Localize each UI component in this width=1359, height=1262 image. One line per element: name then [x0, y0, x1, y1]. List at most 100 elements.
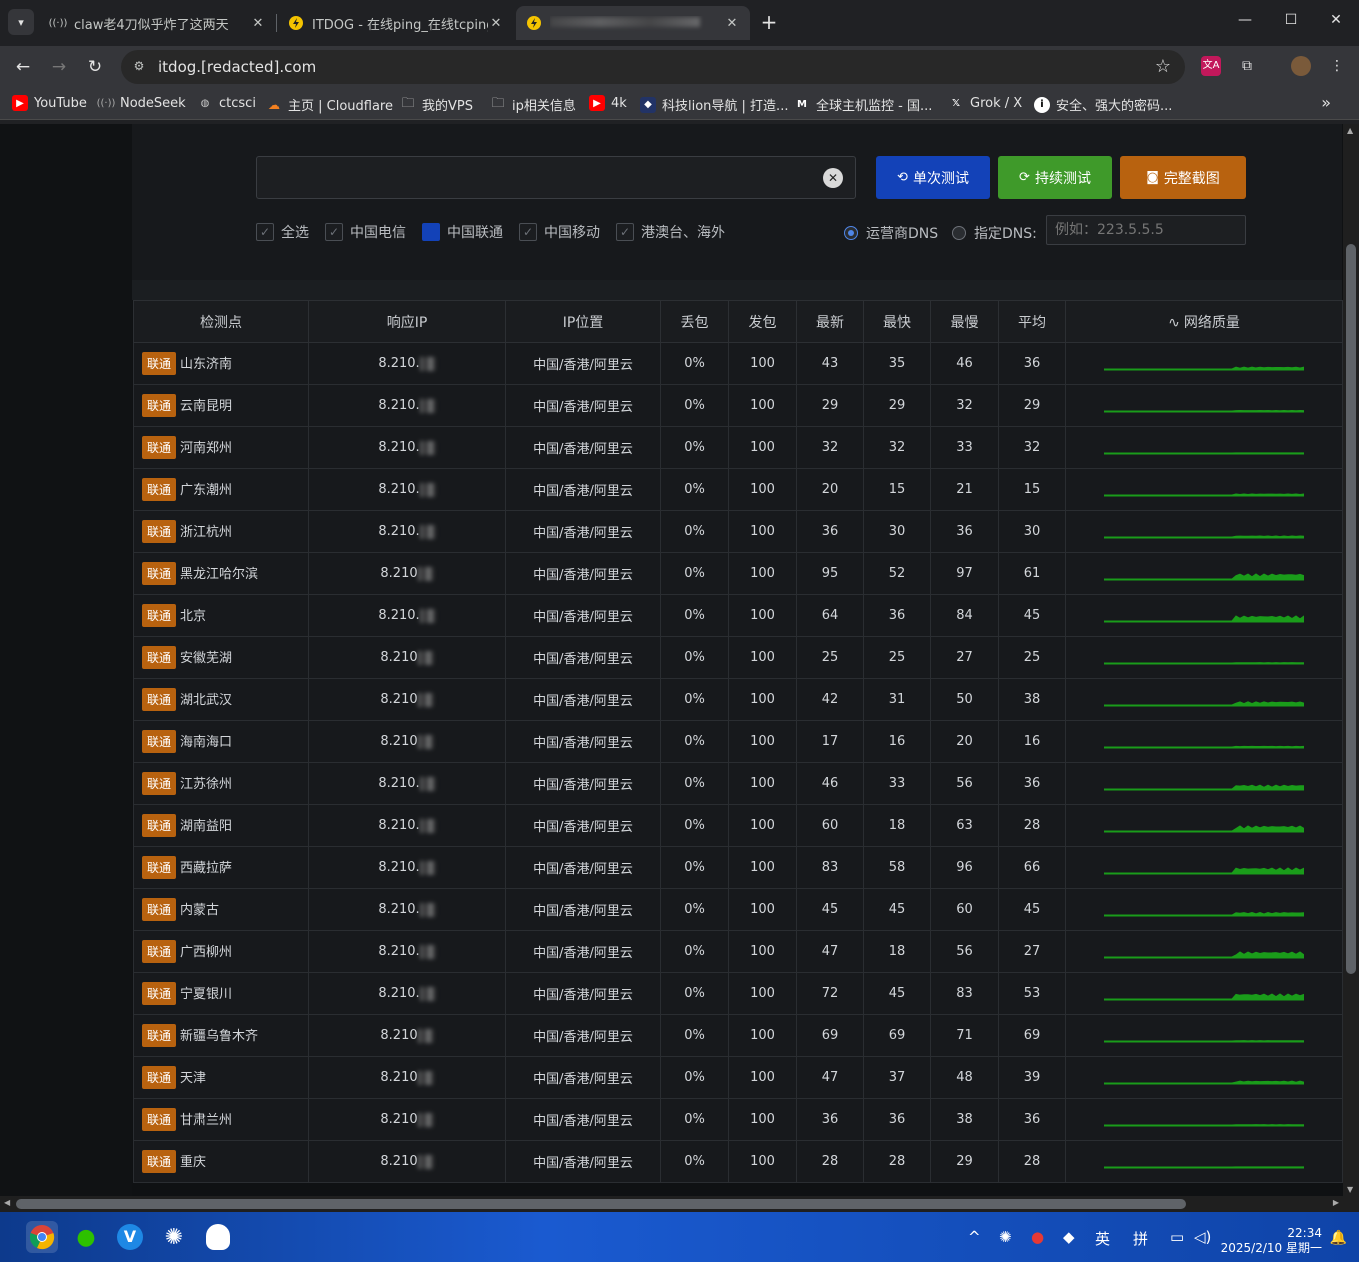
table-row: 联通 西藏拉萨 8.210. 中国/香港/阿里云 0% 100 83 58 96 66 — [133, 846, 1343, 889]
back-icon[interactable]: ← — [12, 56, 34, 78]
cell-last: 47 — [796, 930, 864, 973]
scroll-up-icon[interactable]: ▲ — [1347, 126, 1353, 135]
wechat-app-icon[interactable]: ● — [70, 1221, 102, 1253]
cell-best: 37 — [863, 1056, 931, 1099]
v2ray-app-icon[interactable]: V — [114, 1221, 146, 1253]
close-icon[interactable]: ✕ — [724, 16, 740, 31]
chrome-app-icon[interactable] — [26, 1221, 58, 1253]
bookmark-grok[interactable]: 𝕏 Grok / X — [948, 95, 1022, 111]
cell-loss: 0% — [660, 762, 729, 805]
col-node[interactable]: 检测点 — [133, 300, 309, 343]
site-info-icon[interactable]: ⚙ — [131, 59, 147, 75]
bookmark-nodeseek[interactable]: ((·)) NodeSeek — [97, 95, 186, 111]
target-input[interactable]: ✕ — [256, 156, 856, 199]
forward-icon[interactable]: → — [48, 56, 70, 78]
youtube-icon: ▶ — [12, 95, 28, 111]
bookmark-folder-ip[interactable]: 🗀 ip相关信息 — [490, 95, 575, 115]
chatgpt-app-icon[interactable]: ✺ — [158, 1221, 190, 1253]
continuous-test-button[interactable]: ⟳ 持续测试 — [998, 156, 1112, 199]
url-text[interactable]: itdog.[redacted].com — [158, 58, 316, 76]
ime-lang-indicator[interactable]: 英 — [1095, 1228, 1110, 1249]
close-icon[interactable]: ✕ — [488, 16, 504, 31]
tab-itdog-active[interactable]: ✕ — [516, 6, 750, 40]
more-bookmarks-icon[interactable]: » — [1321, 93, 1331, 112]
dns-input[interactable] — [1046, 215, 1246, 245]
security-tray-icon[interactable]: ● — [1031, 1228, 1044, 1246]
vertical-scrollbar[interactable]: ▲ ▼ — [1343, 124, 1359, 1196]
profile-avatar[interactable] — [1291, 56, 1311, 76]
col-sent[interactable]: 发包 — [728, 300, 797, 343]
col-quality[interactable]: ∿ 网络质量 — [1065, 300, 1343, 343]
bookmark-ctcsci[interactable]: ◍ ctcsci — [197, 95, 256, 111]
bookmark-password[interactable]: i 安全、强大的密码... — [1034, 95, 1172, 114]
col-last[interactable]: 最新 — [796, 300, 864, 343]
bookmark-star-icon[interactable]: ☆ — [1155, 56, 1171, 77]
minimize-icon[interactable]: — — [1235, 12, 1255, 32]
cell-quality — [1065, 678, 1343, 721]
checkbox-unicom[interactable]: 中国联通 — [422, 222, 503, 242]
globe-icon: ◍ — [200, 97, 210, 109]
checkbox-select-all[interactable]: ✓ 全选 — [256, 222, 309, 242]
button-label: 完整截图 — [1163, 170, 1220, 187]
radio-isp-dns[interactable]: 运营商DNS — [844, 223, 938, 243]
tab-itdog[interactable]: ITDOG - 在线ping_在线tcping ✕ — [278, 6, 514, 40]
menu-icon[interactable]: ⋮ — [1327, 56, 1347, 76]
bookmark-folder-vps[interactable]: 🗀 我的VPS — [400, 95, 473, 115]
screenshot-button[interactable]: ◙ 完整截图 — [1120, 156, 1246, 199]
clock[interactable]: 22:34 2025/2/10 星期一 — [1221, 1226, 1322, 1256]
app-tray-icon[interactable]: ◆ — [1063, 1228, 1075, 1246]
window-close-icon[interactable]: ✕ — [1326, 12, 1346, 32]
scroll-thumb[interactable] — [16, 1199, 1186, 1209]
col-avg[interactable]: 平均 — [998, 300, 1066, 343]
tab-search-icon[interactable]: ▾ — [8, 9, 34, 35]
maximize-icon[interactable]: ☐ — [1281, 12, 1301, 32]
bookmark-label: 4k — [611, 95, 627, 111]
redacted-blur — [417, 1028, 434, 1043]
scroll-down-icon[interactable]: ▼ — [1347, 1185, 1353, 1194]
isp-tag: 联通 — [142, 982, 177, 1005]
table-row: 联通 江苏徐州 8.210. 中国/香港/阿里云 0% 100 46 33 56 36 — [133, 762, 1343, 805]
col-loss[interactable]: 丢包 — [660, 300, 729, 343]
single-test-button[interactable]: ⟲ 单次测试 — [876, 156, 990, 199]
cell-ip: 8.210 — [308, 1098, 506, 1141]
close-icon[interactable]: ✕ — [250, 16, 266, 31]
qq-app-icon[interactable] — [202, 1221, 234, 1253]
bookmark-youtube[interactable]: ▶ YouTube — [12, 95, 87, 111]
checkbox-telecom[interactable]: ✓ 中国电信 — [325, 222, 406, 242]
col-ip[interactable]: 响应IP — [308, 300, 506, 343]
checkbox-overseas[interactable]: ✓ 港澳台、海外 — [616, 222, 725, 242]
col-worst[interactable]: 最慢 — [930, 300, 999, 343]
tray-overflow-icon[interactable]: ^ — [968, 1228, 981, 1246]
scroll-left-icon[interactable]: ◀ — [4, 1198, 10, 1207]
cell-location: 中国/香港/阿里云 — [505, 594, 661, 637]
translate-extension-icon[interactable]: 文A — [1201, 56, 1221, 76]
bookmark-lion[interactable]: ◆ 科技lion导航 | 打造... — [640, 95, 788, 114]
new-tab-button[interactable]: + — [758, 11, 780, 33]
bookmark-cloudflare[interactable]: ☁ 主页 | Cloudflare — [266, 95, 393, 115]
notification-icon[interactable]: 🔔 — [1330, 1230, 1347, 1246]
clear-icon[interactable]: ✕ — [823, 168, 843, 188]
checkbox-mobile[interactable]: ✓ 中国移动 — [519, 222, 600, 242]
reload-icon[interactable]: ↻ — [84, 56, 106, 78]
scroll-thumb[interactable] — [1346, 244, 1356, 974]
horizontal-scrollbar[interactable]: ◀ ▶ — [0, 1196, 1343, 1212]
cell-sent: 100 — [728, 1014, 797, 1057]
volume-icon[interactable]: ◁) — [1194, 1228, 1211, 1246]
radio-custom-dns[interactable]: 指定DNS: — [952, 223, 1037, 243]
col-best[interactable]: 最快 — [863, 300, 931, 343]
network-icon[interactable]: ▭ — [1170, 1228, 1184, 1246]
ip-text: 8.210. — [378, 860, 420, 875]
ime-mode-indicator[interactable]: 拼 — [1133, 1228, 1148, 1249]
bookmark-monitor[interactable]: M 全球主机监控 - 国... — [794, 95, 932, 114]
scroll-right-icon[interactable]: ▶ — [1333, 1198, 1339, 1207]
table-row: 联通 广西柳州 8.210. 中国/香港/阿里云 0% 100 47 18 56 27 — [133, 930, 1343, 973]
extensions-icon[interactable]: ⧉ — [1237, 56, 1257, 76]
refresh-icon: ⟳ — [1019, 170, 1030, 185]
col-location[interactable]: IP位置 — [505, 300, 661, 343]
chatgpt-tray-icon[interactable]: ✺ — [999, 1228, 1012, 1246]
bookmark-4k[interactable]: ▶ 4k — [589, 95, 627, 111]
cell-avg: 15 — [998, 468, 1066, 511]
redacted-blur — [419, 902, 436, 917]
tab-claw[interactable]: ((·)) claw老4刀似乎炸了这两天 ✕ — [40, 6, 276, 40]
address-bar[interactable]: ⚙ itdog.[redacted].com ☆ — [121, 50, 1185, 84]
